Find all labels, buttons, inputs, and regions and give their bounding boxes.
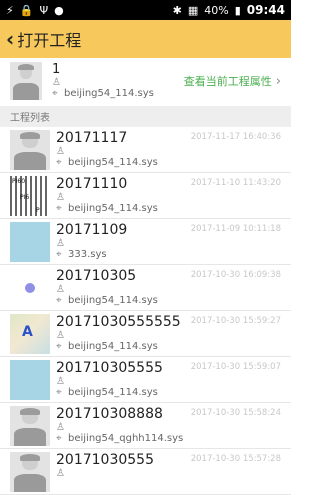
project-thumbnail [10, 360, 50, 400]
project-thumbnail [10, 268, 50, 308]
current-project-file: beijing54_114.sys [64, 88, 154, 99]
project-row[interactable]: 201710305555 2017-10-30 15:59:07 ♙ ⌖ beij… [0, 357, 291, 403]
project-file: beijing54_114.sys [68, 295, 158, 306]
clock: 09:44 [246, 3, 285, 17]
point-marker-icon [25, 283, 35, 293]
signal-off-icon: ▦ [187, 3, 199, 17]
current-project-name: 1 [52, 62, 61, 77]
user-icon: ♙ [56, 192, 65, 203]
user-icon: ♙ [52, 77, 61, 88]
view-project-properties-button[interactable]: 查看当前工程属性 › [184, 73, 281, 89]
project-name: 20171030555555 [56, 314, 181, 330]
user-icon: ♙ [56, 376, 65, 387]
project-list-header: 工程列表 [0, 106, 291, 127]
project-date: 2017-10-30 16:09:38 [190, 270, 281, 280]
user-icon: ♙ [56, 468, 65, 479]
project-row[interactable]: 20171109 2017-11-09 10:11:18 ♙ ⌖ 333.sys [0, 219, 291, 265]
project-file: beijing54_114.sys [68, 203, 158, 214]
location-pin-icon: ⌖ [56, 387, 62, 398]
project-name: 20171110 [56, 176, 128, 192]
page-title: 打开工程 [17, 31, 82, 50]
status-left: ⚡ 🔒 Ψ ● [6, 5, 64, 16]
thumbnail-text: PI60 [12, 178, 26, 185]
back-icon[interactable]: ‹ [6, 29, 14, 49]
project-thumbnail [10, 222, 50, 262]
project-date: 2017-10-30 15:58:24 [190, 408, 281, 418]
project-thumbnail [10, 406, 50, 446]
project-thumbnail: PI60 PI6 P [10, 176, 50, 216]
project-list: 20171117 2017-11-17 16:40:36 ♙ ⌖ beijing5… [0, 127, 291, 495]
view-project-properties-label: 查看当前工程属性 [183, 75, 272, 88]
location-pin-icon: ⌖ [56, 249, 62, 260]
project-name: 201710305 [56, 268, 137, 284]
project-thumbnail [10, 452, 50, 492]
project-row[interactable]: 20171117 2017-11-17 16:40:36 ♙ ⌖ beijing5… [0, 127, 291, 173]
user-icon: ♙ [56, 422, 65, 433]
location-pin-icon: ⌖ [56, 295, 62, 306]
battery-percent: 40% [204, 3, 229, 17]
current-project-thumbnail [10, 62, 42, 100]
project-name: 20171109 [56, 222, 128, 238]
project-row[interactable]: 201710305 2017-10-30 16:09:38 ♙ ⌖ beijing… [0, 265, 291, 311]
user-icon: ♙ [56, 238, 65, 249]
notification-icon: ● [54, 3, 64, 17]
project-name: 20171117 [56, 130, 128, 146]
current-project-info: 1 ♙ ⌖ beijing54_114.sys [52, 62, 184, 100]
project-row[interactable]: 20171030555 2017-10-30 15:57:28 ♙ [0, 449, 291, 495]
project-name: 201710308888 [56, 406, 163, 422]
top-bar: ‹ 打开工程 [0, 20, 291, 58]
chevron-right-icon: › [275, 73, 281, 89]
project-name: 20171030555 [56, 452, 154, 468]
app-icon: ⚡ [6, 3, 14, 17]
project-row[interactable]: A 20171030555555 2017-10-30 15:59:27 ♙ ⌖… [0, 311, 291, 357]
project-date: 2017-11-09 10:11:18 [190, 224, 281, 234]
project-file: beijing54_114.sys [68, 341, 158, 352]
location-pin-icon: ⌖ [56, 157, 62, 168]
current-project[interactable]: 1 ♙ ⌖ beijing54_114.sys 查看当前工程属性 › [0, 58, 291, 100]
project-date: 2017-10-30 15:59:27 [190, 316, 281, 326]
project-thumbnail: A [10, 314, 50, 354]
user-icon: ♙ [56, 146, 65, 157]
project-file: beijing54_qghh114.sys [68, 433, 184, 444]
project-row[interactable]: PI60 PI6 P 20171110 2017-11-10 11:43:20 … [0, 173, 291, 219]
project-date: 2017-10-30 15:57:28 [190, 454, 281, 464]
lock-icon: 🔒 [19, 3, 34, 17]
location-pin-icon: ⌖ [56, 341, 62, 352]
user-icon: ♙ [56, 330, 65, 341]
status-right: ✱ ▦ 40% ▮ 09:44 [173, 3, 285, 17]
project-thumbnail [10, 130, 50, 170]
project-file: 333.sys [68, 249, 107, 260]
location-pin-icon: ⌖ [56, 433, 62, 444]
location-pin-icon: ⌖ [56, 203, 62, 214]
thumbnail-text: PI6 [20, 194, 30, 201]
bluetooth-icon: ✱ [172, 3, 182, 17]
project-row[interactable]: 201710308888 2017-10-30 15:58:24 ♙ ⌖ beij… [0, 403, 291, 449]
project-file: beijing54_114.sys [68, 387, 158, 398]
usb-icon: Ψ [39, 3, 49, 17]
project-date: 2017-11-10 11:43:20 [190, 178, 281, 188]
user-icon: ♙ [56, 284, 65, 295]
project-date: 2017-10-30 15:59:07 [190, 362, 281, 372]
status-bar: ⚡ 🔒 Ψ ● ✱ ▦ 40% ▮ 09:44 [0, 0, 291, 20]
project-file: beijing54_114.sys [68, 157, 158, 168]
battery-icon: ▮ [234, 3, 241, 17]
thumbnail-text: P [36, 207, 40, 214]
project-name: 201710305555 [56, 360, 163, 376]
location-pin-icon: ⌖ [52, 88, 58, 99]
map-letter: A [22, 324, 33, 340]
project-date: 2017-11-17 16:40:36 [190, 132, 281, 142]
